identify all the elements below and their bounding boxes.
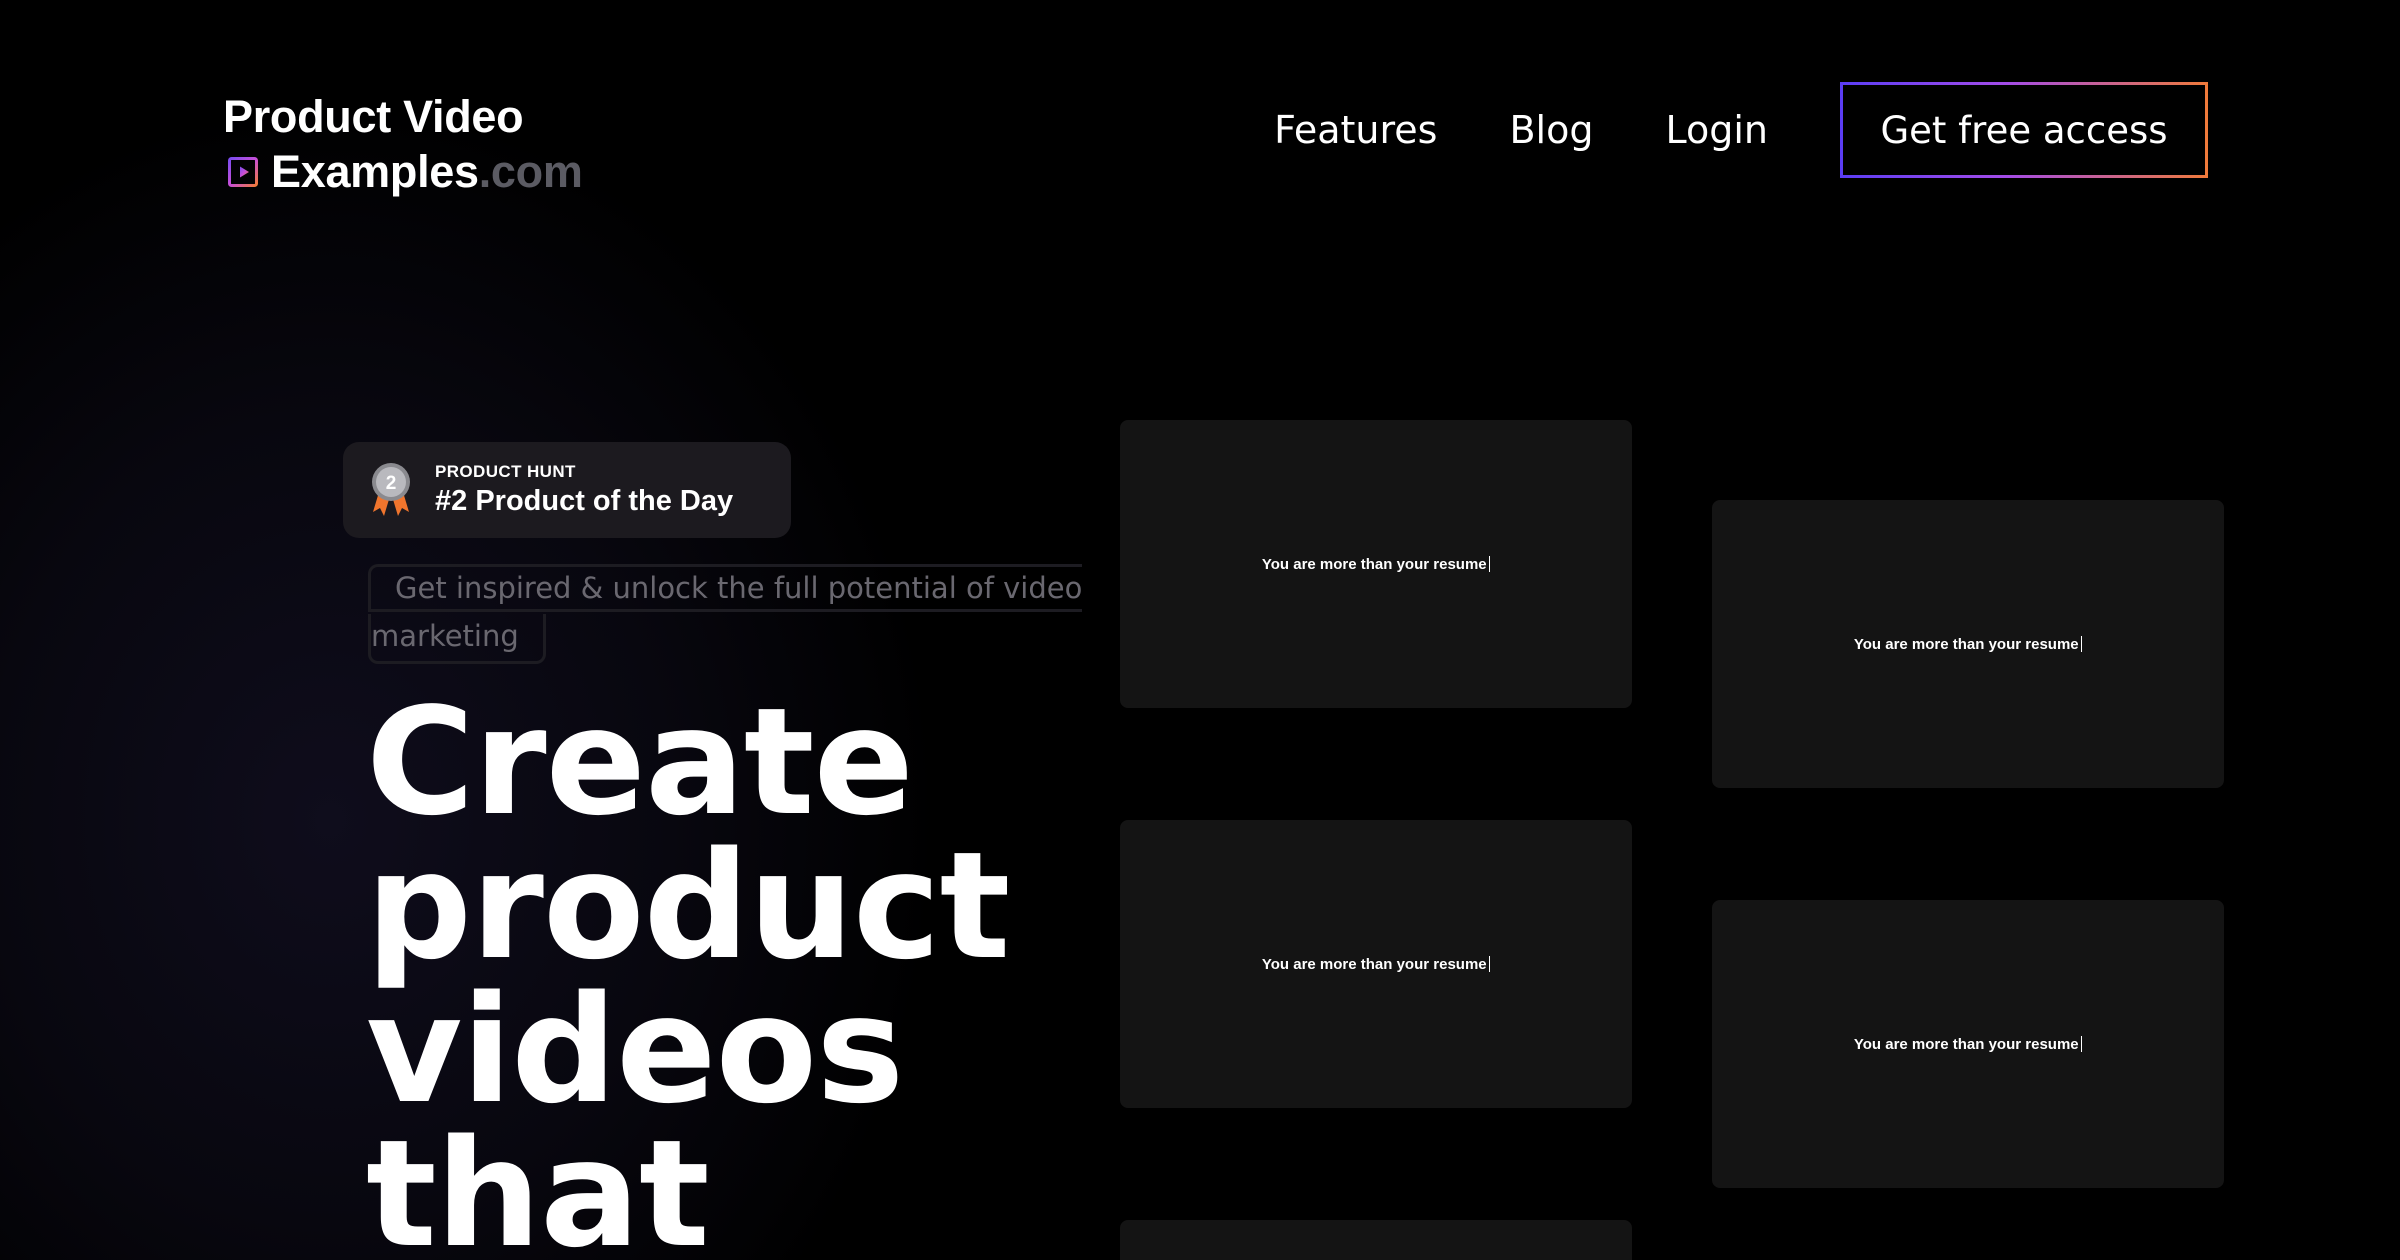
video-caption-text: You are more than your resume: [1853, 1035, 2079, 1053]
text-cursor: [1488, 556, 1491, 572]
logo-word: Examples: [271, 146, 479, 197]
text-cursor: [1488, 956, 1491, 972]
video-card[interactable]: You are more than your resume: [1712, 500, 2224, 788]
tagline-line-1: Get inspired & unlock the full potential…: [368, 564, 1083, 612]
hero-tagline: Get inspired & unlock the full potential…: [368, 564, 1083, 664]
headline-line-4: that: [366, 1108, 710, 1260]
text-cursor: [2080, 1036, 2083, 1052]
badge-kicker: PRODUCT HUNT: [435, 462, 576, 481]
nav-link-login[interactable]: Login: [1665, 108, 1768, 152]
nav-link-blog[interactable]: Blog: [1509, 108, 1593, 152]
text-cursor: [2080, 636, 2083, 652]
hero-headline: Create product videos that: [366, 676, 1010, 1260]
landing-page: Product Video Examples .com Features Blog…: [0, 0, 2400, 1260]
video-card[interactable]: [1120, 1220, 1632, 1260]
video-caption-text: You are more than your resume: [1261, 555, 1487, 573]
logo-line-1: Product Video: [223, 91, 524, 142]
video-caption-text: You are more than your resume: [1853, 635, 2079, 653]
headline-line-1: Create: [366, 676, 914, 848]
product-hunt-badge[interactable]: 2 PRODUCT HUNT #2 Product of the Day: [343, 442, 791, 538]
nav-link-features[interactable]: Features: [1274, 108, 1437, 152]
top-nav: Features Blog Login Get free access: [1274, 82, 2208, 178]
headline-line-2: product: [366, 820, 1010, 992]
play-square-icon: [228, 157, 258, 187]
video-caption: You are more than your resume: [1853, 1035, 2083, 1053]
get-free-access-button[interactable]: Get free access: [1840, 82, 2208, 178]
video-card[interactable]: You are more than your resume: [1120, 420, 1632, 708]
video-caption: You are more than your resume: [1853, 635, 2083, 653]
badge-title: #2 Product of the Day: [435, 485, 734, 517]
video-caption-text: You are more than your resume: [1261, 955, 1487, 973]
medal-icon: 2: [372, 463, 410, 516]
video-caption: You are more than your resume: [1261, 955, 1491, 973]
tagline-line-2: marketing: [368, 614, 546, 664]
site-logo[interactable]: Product Video Examples .com: [223, 90, 583, 200]
logo-suffix: .com: [478, 146, 583, 197]
medal-number: 2: [386, 473, 397, 494]
badge-text: PRODUCT HUNT #2 Product of the Day: [435, 461, 733, 519]
headline-line-3: videos: [366, 964, 904, 1136]
video-card[interactable]: You are more than your resume: [1120, 820, 1632, 1108]
video-card[interactable]: You are more than your resume: [1712, 900, 2224, 1188]
video-caption: You are more than your resume: [1261, 555, 1491, 573]
cta-label: Get free access: [1843, 85, 2205, 175]
logo-line-2: Examples .com: [223, 144, 583, 200]
